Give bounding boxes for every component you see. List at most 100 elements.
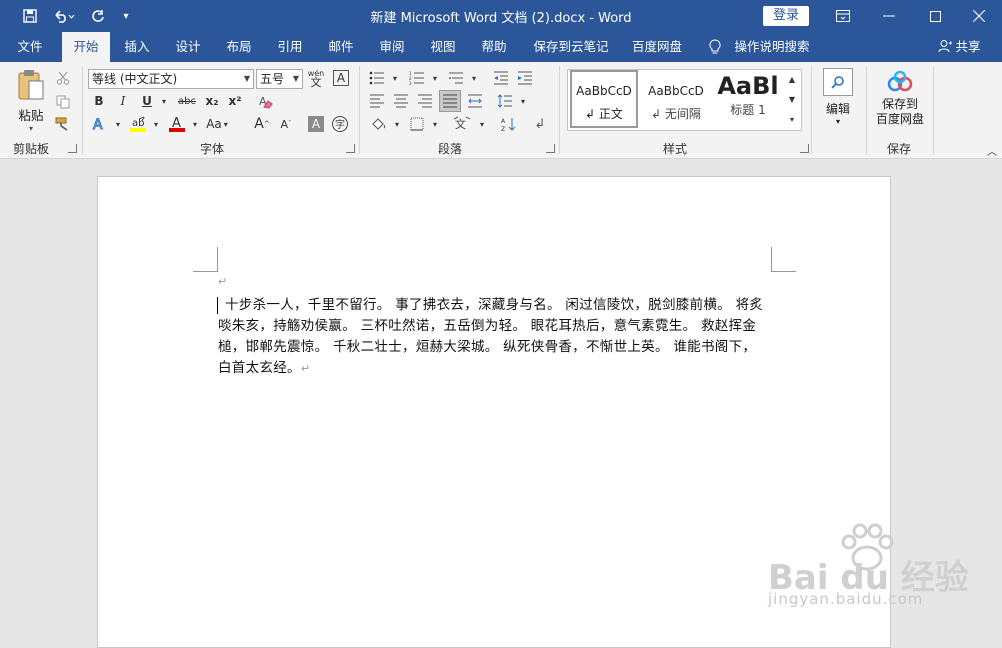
align-left-icon[interactable] — [367, 91, 387, 111]
tell-me-search[interactable]: 操作说明搜索 — [730, 32, 814, 62]
save-to-baidu-button[interactable]: 保存到 百度网盘 — [870, 70, 930, 136]
svg-text:3: 3 — [409, 81, 412, 85]
copy-icon[interactable] — [53, 92, 73, 112]
paste-button[interactable]: 粘贴 ▾ — [10, 68, 52, 133]
tab-layout[interactable]: 布局 — [217, 32, 261, 62]
superscript-button[interactable]: x² — [225, 91, 245, 111]
clipboard-group-label: 剪贴板 — [13, 142, 50, 156]
svg-text:A: A — [93, 117, 103, 132]
bullets-dropdown-icon[interactable]: ▾ — [385, 68, 405, 88]
text-effects-dropdown-icon[interactable]: ▾ — [108, 114, 128, 134]
styles-launcher-icon[interactable] — [800, 144, 809, 153]
minimize-icon[interactable] — [866, 0, 912, 32]
styles-more-icon[interactable]: ▾ — [785, 110, 799, 128]
clipboard-launcher-icon[interactable] — [68, 144, 77, 153]
line-spacing-dropdown-icon[interactable]: ▾ — [513, 91, 533, 111]
borders-icon[interactable] — [407, 114, 427, 134]
tab-help[interactable]: 帮助 — [472, 32, 516, 62]
svg-text:文: 文 — [455, 117, 466, 131]
styles-scroll-up-icon[interactable]: ▲ — [785, 70, 799, 88]
ribbon-tabs: 文件 开始 插入 设计 布局 引用 邮件 审阅 视图 帮助 保存到云笔记 百度网… — [0, 32, 1002, 62]
editing-dropdown-icon: ▾ — [835, 117, 840, 126]
text-line: 槌，邯郸先震惊。 千秋二壮士，烜赫大梁城。 纵死侠骨香，不惭世上英。 谁能书阁下… — [218, 339, 757, 355]
paragraph-launcher-icon[interactable] — [546, 144, 555, 153]
styles-scroll-down-icon[interactable]: ▼ — [785, 90, 799, 108]
text-line: 啖朱亥，持觞劝侯嬴。 三杯吐然诺，五岳倒为轻。 眼花耳热后，意气素霓生。 救赵挥… — [218, 318, 757, 334]
chinese-layout-icon[interactable]: 文 — [452, 114, 472, 134]
font-name-select[interactable]: 等线 (中文正文) ▼ — [88, 69, 254, 89]
font-size-select[interactable]: 五号 ▼ — [256, 69, 303, 89]
share-button[interactable]: 共享 — [934, 32, 984, 62]
svg-text:Z: Z — [501, 126, 505, 132]
shrink-font-button[interactable]: Aˇ — [276, 114, 296, 134]
align-right-icon[interactable] — [415, 91, 435, 111]
bold-button[interactable]: B — [89, 91, 109, 111]
margin-corner-top-right — [771, 247, 796, 272]
character-border-icon[interactable]: A — [333, 70, 349, 86]
shading-dropdown-icon[interactable]: ▾ — [387, 114, 407, 134]
decrease-indent-icon[interactable] — [491, 68, 511, 88]
phonetic-guide-icon[interactable]: wén 文 — [306, 68, 326, 88]
increase-indent-icon[interactable] — [515, 68, 535, 88]
style-no-spacing[interactable]: AaBbCcD ↲ 无间隔 — [642, 70, 710, 128]
document-body[interactable]: 十步杀一人，千里不留行。 事了拂衣去，深藏身与名。 闲过信陵饮，脱剑膝前横。 将… — [217, 295, 778, 379]
sort-icon[interactable]: AZ — [499, 114, 519, 134]
ribbon-display-icon[interactable] — [820, 0, 866, 32]
bullets-icon[interactable] — [367, 68, 387, 88]
style-heading-1[interactable]: AaBl 标题 1 — [714, 70, 782, 128]
tab-insert[interactable]: 插入 — [115, 32, 159, 62]
tab-cloud-note[interactable]: 保存到云笔记 — [526, 32, 616, 62]
underline-dropdown-icon[interactable]: ▾ — [154, 91, 174, 111]
paragraph-group-label: 段落 — [438, 142, 463, 156]
cut-icon[interactable] — [53, 68, 73, 88]
tab-home[interactable]: 开始 — [62, 32, 110, 62]
clear-formatting-icon[interactable]: A — [256, 91, 276, 111]
collapse-ribbon-icon[interactable]: ︿ — [982, 140, 1002, 160]
close-icon[interactable] — [956, 0, 1002, 32]
highlight-dropdown-icon[interactable]: ▾ — [146, 114, 166, 134]
tab-mailings[interactable]: 邮件 — [319, 32, 363, 62]
borders-dropdown-icon[interactable]: ▾ — [425, 114, 445, 134]
subscript-button[interactable]: x₂ — [202, 91, 222, 111]
login-button[interactable]: 登录 — [763, 6, 809, 26]
strikethrough-button[interactable]: abc — [175, 91, 199, 111]
text-effects-icon[interactable]: A — [90, 114, 110, 134]
font-group-label: 字体 — [200, 142, 225, 156]
multilevel-list-icon[interactable] — [446, 68, 466, 88]
format-painter-icon[interactable] — [53, 114, 73, 134]
tab-file[interactable]: 文件 — [8, 32, 52, 62]
change-case-button[interactable]: Aa ▾ — [205, 114, 229, 134]
align-center-icon[interactable] — [391, 91, 411, 111]
font-launcher-icon[interactable] — [346, 144, 355, 153]
divider — [933, 66, 934, 154]
font-color-icon[interactable]: A — [167, 114, 187, 134]
line-spacing-icon[interactable] — [495, 91, 515, 111]
show-marks-icon[interactable]: ↲ — [530, 114, 550, 134]
save-group-label: 保存 — [887, 142, 912, 156]
numbering-icon[interactable]: 123 — [407, 68, 427, 88]
maximize-icon[interactable] — [912, 0, 958, 32]
paste-dropdown-icon[interactable]: ▾ — [10, 124, 52, 133]
multilevel-dropdown-icon[interactable]: ▾ — [464, 68, 484, 88]
chinese-layout-dropdown-icon[interactable]: ▾ — [472, 114, 492, 134]
highlight-color-icon[interactable]: ab — [128, 114, 148, 134]
numbering-dropdown-icon[interactable]: ▾ — [425, 68, 445, 88]
editing-button[interactable]: 编辑 ▾ — [820, 68, 856, 130]
font-color-dropdown-icon[interactable]: ▾ — [185, 114, 205, 134]
style-normal[interactable]: AaBbCcD ↲ 正文 — [570, 70, 638, 128]
search-icon — [823, 68, 853, 96]
distributed-align-icon[interactable] — [465, 91, 485, 111]
tab-baidu-pan[interactable]: 百度网盘 — [624, 32, 690, 62]
character-shading-icon[interactable]: A — [308, 116, 324, 132]
italic-button[interactable]: I — [113, 91, 133, 111]
shading-icon[interactable] — [369, 114, 389, 134]
divider — [359, 66, 360, 154]
tab-view[interactable]: 视图 — [421, 32, 465, 62]
grow-font-button[interactable]: A ^ — [252, 114, 272, 134]
tab-review[interactable]: 审阅 — [370, 32, 414, 62]
tab-design[interactable]: 设计 — [166, 32, 210, 62]
chevron-down-icon: ▼ — [243, 74, 250, 83]
justify-icon[interactable] — [439, 90, 461, 112]
enclose-characters-icon[interactable]: 字 — [330, 114, 350, 134]
tab-references[interactable]: 引用 — [268, 32, 312, 62]
